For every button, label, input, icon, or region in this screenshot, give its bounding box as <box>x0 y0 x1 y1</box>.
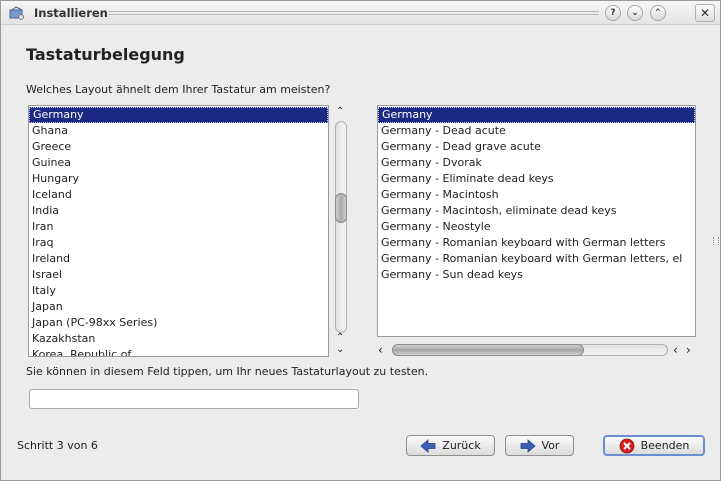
close-button[interactable]: ✕ <box>695 4 715 22</box>
list-item[interactable]: Germany - Neostyle <box>378 219 695 235</box>
list-item[interactable]: Germany <box>29 107 328 123</box>
back-button[interactable]: Zurück <box>406 435 495 456</box>
quit-button-label: Beenden <box>640 439 690 452</box>
list-item[interactable]: Hungary <box>29 171 328 187</box>
list-item[interactable]: Germany - Eliminate dead keys <box>378 171 695 187</box>
test-field-hint: Sie können in diesem Feld tippen, um Ihr… <box>26 365 429 378</box>
quit-button[interactable]: Beenden <box>603 435 705 456</box>
variant-list[interactable]: Germany Germany - Dead acute Germany - D… <box>377 105 696 337</box>
window-title: Installieren <box>34 6 108 20</box>
list-item[interactable]: Germany - Sun dead keys <box>378 267 695 283</box>
arrow-right-icon <box>520 438 536 453</box>
list-item[interactable]: Germany - Romanian keyboard with German … <box>378 235 695 251</box>
keyboard-test-input[interactable] <box>29 389 359 409</box>
list-item[interactable]: Italy <box>29 283 328 299</box>
list-item[interactable]: Germany - Macintosh, eliminate dead keys <box>378 203 695 219</box>
list-item[interactable]: Korea, Republic of <box>29 347 328 356</box>
scroll-thumb[interactable] <box>335 193 347 223</box>
scroll-up-arrow-icon[interactable]: ⌃ <box>336 333 344 343</box>
title-bar[interactable]: Installieren ? ⌄ ⌃ ✕ <box>1 1 720 25</box>
layout-question: Welches Layout ähnelt dem Ihrer Tastatur… <box>26 83 331 96</box>
next-button[interactable]: Vor <box>505 435 574 456</box>
country-list-scrollbar[interactable]: ⌃ ⌃ ⌄ <box>332 105 350 357</box>
list-item[interactable]: Japan (PC-98xx Series) <box>29 315 328 331</box>
help-button[interactable]: ? <box>605 5 621 21</box>
list-item[interactable]: Iraq <box>29 235 328 251</box>
list-item[interactable]: Kazakhstan <box>29 331 328 347</box>
scroll-left-arrow-icon[interactable]: ‹ <box>378 344 383 356</box>
back-button-label: Zurück <box>442 439 481 452</box>
list-item[interactable]: Greece <box>29 139 328 155</box>
list-item[interactable]: Ghana <box>29 123 328 139</box>
page-title: Tastaturbelegung <box>26 45 185 64</box>
country-list[interactable]: Germany Ghana Greece Guinea Hungary Icel… <box>28 105 329 357</box>
scroll-up-arrow-icon[interactable]: ⌃ <box>336 107 344 117</box>
cancel-icon <box>619 438 635 453</box>
step-indicator: Schritt 3 von 6 <box>17 439 98 452</box>
next-button-label: Vor <box>541 439 560 452</box>
installer-window: Installieren ? ⌄ ⌃ ✕ Tastaturbelegung We… <box>0 0 721 481</box>
list-item[interactable]: Germany - Dvorak <box>378 155 695 171</box>
list-item[interactable]: Germany - Dead acute <box>378 123 695 139</box>
list-item[interactable]: India <box>29 203 328 219</box>
installer-app-icon <box>9 6 24 20</box>
list-item[interactable]: Iran <box>29 219 328 235</box>
minimize-button[interactable]: ⌄ <box>627 5 643 21</box>
arrow-left-icon <box>420 438 436 453</box>
variant-list-hscroll-thumb[interactable] <box>392 344 584 356</box>
list-item[interactable]: Iceland <box>29 187 328 203</box>
list-item[interactable]: Germany - Dead grave acute <box>378 139 695 155</box>
list-item[interactable]: Ireland <box>29 251 328 267</box>
scroll-track[interactable] <box>335 121 347 333</box>
list-item[interactable]: Guinea <box>29 155 328 171</box>
scroll-right-arrow-icon[interactable]: › <box>686 344 691 356</box>
scroll-down-arrow-icon[interactable]: ⌄ <box>336 345 344 355</box>
list-item[interactable]: Japan <box>29 299 328 315</box>
list-item[interactable]: Germany <box>378 107 695 123</box>
scroll-left-arrow-icon[interactable]: ‹ <box>673 344 678 356</box>
list-item[interactable]: Israel <box>29 267 328 283</box>
title-decoration <box>109 11 599 15</box>
resize-grip[interactable] <box>713 237 719 245</box>
list-item[interactable]: Germany - Macintosh <box>378 187 695 203</box>
list-item[interactable]: Germany - Romanian keyboard with German … <box>378 251 695 267</box>
maximize-button[interactable]: ⌃ <box>650 5 666 21</box>
